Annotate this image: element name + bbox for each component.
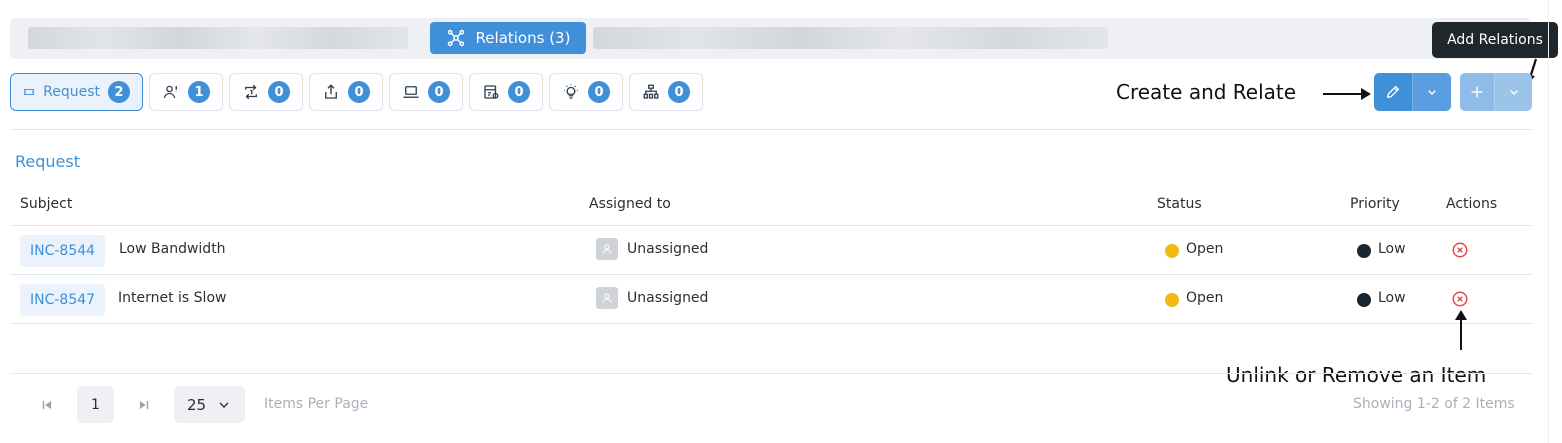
user-alert-icon [163,85,177,99]
tab-relations[interactable]: Relations (3) [430,22,586,54]
create-relate-split-button [1374,73,1451,111]
table-row: INC-8544 Low Bandwidth Unassigned Open L… [10,226,1532,275]
current-page[interactable]: 1 [77,386,114,423]
filter-asset[interactable]: 0 [389,73,463,111]
priority-dot [1357,244,1371,258]
annotation-arrow-icon [1455,310,1467,350]
chevron-down-icon [1428,90,1436,96]
filter-hierarchy[interactable]: 0 [629,73,703,111]
filter-count-badge: 2 [108,81,130,103]
status-dot [1165,293,1179,307]
scroll-edge [1548,0,1549,443]
add-relations-button[interactable] [1460,73,1494,111]
column-priority[interactable]: Priority [1350,196,1400,212]
remove-relation-icon[interactable] [1451,290,1469,308]
project-board-icon [484,85,499,99]
column-assigned[interactable]: Assigned to [589,196,671,212]
user-icon [602,293,612,303]
per-page-value: 25 [186,395,207,414]
request-subject[interactable]: Low Bandwidth [119,241,226,257]
filter-project[interactable]: 0 [469,73,543,111]
avatar [596,287,618,309]
pagination-summary: Showing 1-2 of 2 Items [1353,396,1515,412]
idea-bulb-icon [564,84,578,99]
request-id-link[interactable]: INC-8544 [20,235,106,267]
filter-request-label: Request [43,84,100,100]
unlink-annotation: Unlink or Remove an Item [1226,363,1487,387]
filter-count-badge: 1 [188,81,210,103]
chevron-down-icon [1509,90,1518,96]
per-page-select[interactable]: 25 [174,386,245,423]
add-relations-dropdown[interactable] [1494,73,1532,111]
status-value[interactable]: Open [1186,241,1223,257]
request-id-link[interactable]: INC-8547 [20,284,106,316]
assignee[interactable]: Unassigned [627,290,708,306]
filter-idea[interactable]: 0 [549,73,623,111]
priority-dot [1357,293,1371,307]
ticket-icon [24,89,35,95]
status-value[interactable]: Open [1186,290,1223,306]
last-page-icon[interactable] [137,398,151,412]
avatar [596,238,618,260]
create-relate-button[interactable] [1374,73,1412,111]
create-relate-dropdown[interactable] [1412,73,1451,111]
add-relations-split-button [1460,73,1532,111]
change-arrows-icon [245,84,257,100]
column-status[interactable]: Status [1157,196,1202,212]
remove-relation-icon[interactable] [1451,241,1469,259]
blurred-tab[interactable] [593,27,1108,49]
status-dot [1165,244,1179,258]
filter-release[interactable]: 0 [309,73,383,111]
table-row: INC-8547 Internet is Slow Unassigned Ope… [10,275,1532,324]
table-header: Subject Assigned to Status Priority Acti… [10,188,1532,226]
tab-relations-label: Relations (3) [475,29,571,47]
filter-change[interactable]: 0 [229,73,303,111]
filter-count-badge: 0 [588,81,610,103]
filter-request[interactable]: Request 2 [10,73,143,111]
first-page-icon[interactable] [40,398,54,412]
assignee[interactable]: Unassigned [627,241,708,257]
filter-problem[interactable]: 1 [149,73,223,111]
pencil-icon [1386,85,1400,99]
filter-count-badge: 0 [668,81,690,103]
blurred-tab[interactable] [28,27,408,49]
filter-count-badge: 0 [508,81,530,103]
section-title: Request [15,152,80,171]
divider [10,129,1532,130]
hierarchy-icon [643,84,659,99]
create-relate-annotation: Create and Relate [1116,80,1297,104]
priority-value[interactable]: Low [1378,290,1406,306]
plus-icon [1471,86,1483,98]
column-actions: Actions [1446,196,1498,212]
tab-bar: Relations (3) [10,18,1532,59]
relation-type-filters: Request 2 1 0 0 0 0 0 0 [10,73,703,111]
filter-count-badge: 0 [428,81,450,103]
annotation-arrow-icon [1323,88,1371,100]
per-page-label: Items Per Page [264,396,369,412]
column-subject[interactable]: Subject [20,196,72,212]
request-subject[interactable]: Internet is Slow [118,290,226,306]
chevron-down-icon [219,402,229,408]
user-icon [602,244,612,254]
priority-value[interactable]: Low [1378,241,1406,257]
filter-count-badge: 0 [348,81,370,103]
release-upload-icon [325,84,337,99]
laptop-icon [403,86,419,98]
filter-count-badge: 0 [268,81,290,103]
divider [10,373,1532,374]
add-relations-tooltip: Add Relations [1432,22,1558,58]
relations-network-icon [447,29,464,47]
